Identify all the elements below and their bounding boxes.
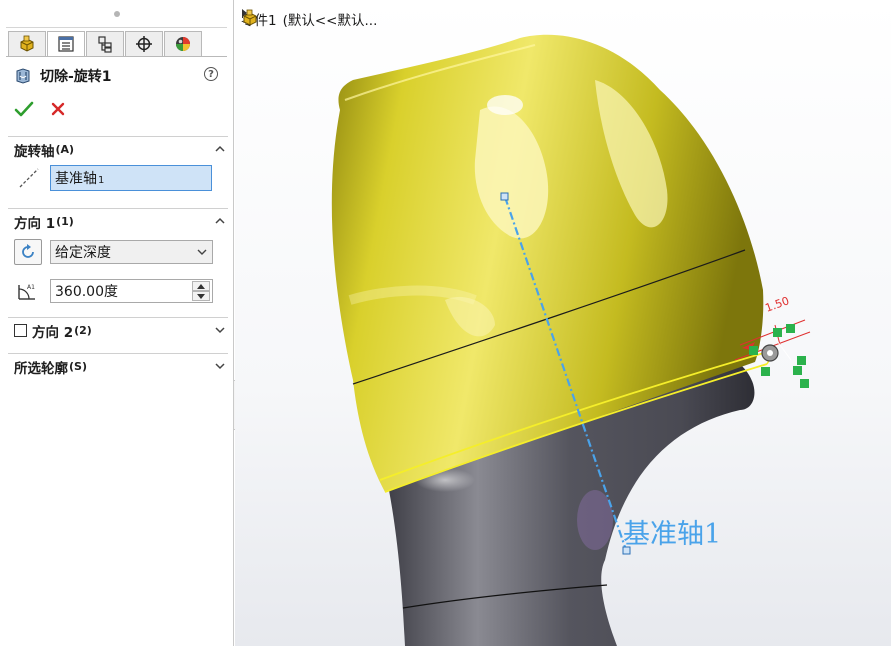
chevron-down-icon[interactable]	[214, 324, 226, 336]
revolve-cut-icon	[16, 68, 30, 84]
triangle-down-icon	[197, 293, 205, 299]
datum-axis-label[interactable]: 基准轴1	[623, 512, 721, 551]
end-condition-value: 给定深度	[55, 245, 111, 261]
end-condition-dropdown[interactable]: 给定深度	[50, 240, 213, 264]
graphics-viewport[interactable]: 零件1 (默认<<默认... 基准轴1 1.50	[235, 0, 891, 646]
chevron-up-icon[interactable]	[214, 143, 226, 155]
axis-line-icon	[19, 168, 39, 188]
ok-checkmark-icon[interactable]	[14, 99, 34, 119]
axis-selection-row: 基准轴 1	[14, 165, 214, 193]
section-direction-2-key: (2)	[74, 324, 92, 337]
section-direction-1-key: (1)	[56, 215, 74, 228]
tab-feature-manager[interactable]	[8, 31, 46, 57]
manager-tab-bar	[8, 31, 203, 57]
section-direction-2-label: 方向 2	[32, 324, 74, 341]
angle-icon: A1	[18, 284, 35, 300]
angle-value: 360.00度	[55, 284, 118, 300]
chevron-down-icon	[197, 249, 207, 255]
feature-header: 切除-旋转1 ?	[14, 65, 222, 87]
section-selected-contours[interactable]: 所选轮廓 (S)	[8, 353, 228, 379]
spinner-up-button[interactable]	[192, 281, 210, 291]
divider	[6, 56, 227, 57]
section-contours-key: (S)	[69, 360, 87, 373]
svg-text:A1: A1	[27, 284, 35, 291]
direction-2-checkbox[interactable]	[14, 324, 27, 337]
spinner-down-button[interactable]	[192, 291, 210, 301]
tree-config-name: (默认<<默认...	[282, 13, 378, 29]
angle-input[interactable]: 360.00度	[50, 279, 213, 303]
model-scene	[235, 0, 891, 646]
triangle-up-icon	[197, 283, 205, 289]
part-icon	[20, 35, 34, 52]
property-list-icon	[58, 36, 74, 52]
section-axis-of-revolution[interactable]: 旋转轴 (A)	[8, 136, 228, 162]
divider	[6, 27, 227, 28]
section-axis-key: (A)	[55, 143, 75, 156]
section-direction-1[interactable]: 方向 1 (1)	[8, 208, 228, 234]
reverse-direction-icon	[22, 244, 34, 258]
reverse-direction-button[interactable]	[14, 239, 42, 265]
chevron-down-icon[interactable]	[214, 360, 226, 372]
part-icon	[243, 9, 257, 26]
axis-handle-top[interactable]	[500, 192, 509, 201]
axis-selection-box[interactable]: 基准轴 1	[50, 165, 212, 191]
crosshair-icon	[136, 36, 152, 52]
section-axis-label: 旋转轴	[14, 143, 55, 160]
tab-display-manager[interactable]	[164, 31, 202, 57]
help-button[interactable]: ?	[204, 67, 218, 81]
section-direction-2[interactable]: 方向 2 (2)	[8, 317, 228, 343]
angle-spinner	[192, 281, 210, 301]
tab-property-manager[interactable]	[47, 31, 85, 57]
section-direction-1-label: 方向 1	[14, 215, 56, 232]
axis-selection-subscript: 1	[98, 174, 105, 186]
panel-grip[interactable]	[114, 11, 120, 17]
feature-tree-flyout[interactable]: 零件1 (默认<<默认...	[241, 9, 377, 29]
tab-configuration-manager[interactable]	[86, 31, 124, 57]
chevron-up-icon[interactable]	[214, 215, 226, 227]
axis-selection-value: 基准轴	[55, 171, 97, 187]
section-contours-label: 所选轮廓	[14, 360, 68, 377]
tab-dimxpert-manager[interactable]	[125, 31, 163, 57]
configuration-icon	[98, 36, 112, 53]
property-manager-panel: 切除-旋转1 ? 旋转轴 (A) 基准轴 1 方向 1 (1) 给定深度 A1 …	[0, 0, 234, 646]
cancel-x-icon[interactable]	[48, 99, 68, 119]
appearance-icon	[176, 37, 190, 51]
feature-title: 切除-旋转1	[40, 69, 112, 85]
